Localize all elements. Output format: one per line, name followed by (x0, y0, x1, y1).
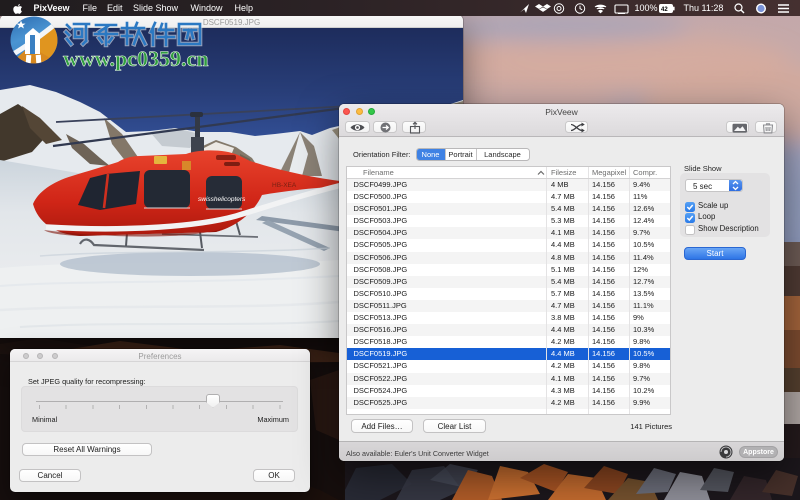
svg-text:swisshelicopters: swisshelicopters (198, 196, 246, 203)
svg-text:HB-XEA: HB-XEA (272, 182, 297, 189)
svg-text:www.pc0359.cn: www.pc0359.cn (63, 46, 208, 71)
svg-text:42: 42 (661, 7, 668, 13)
